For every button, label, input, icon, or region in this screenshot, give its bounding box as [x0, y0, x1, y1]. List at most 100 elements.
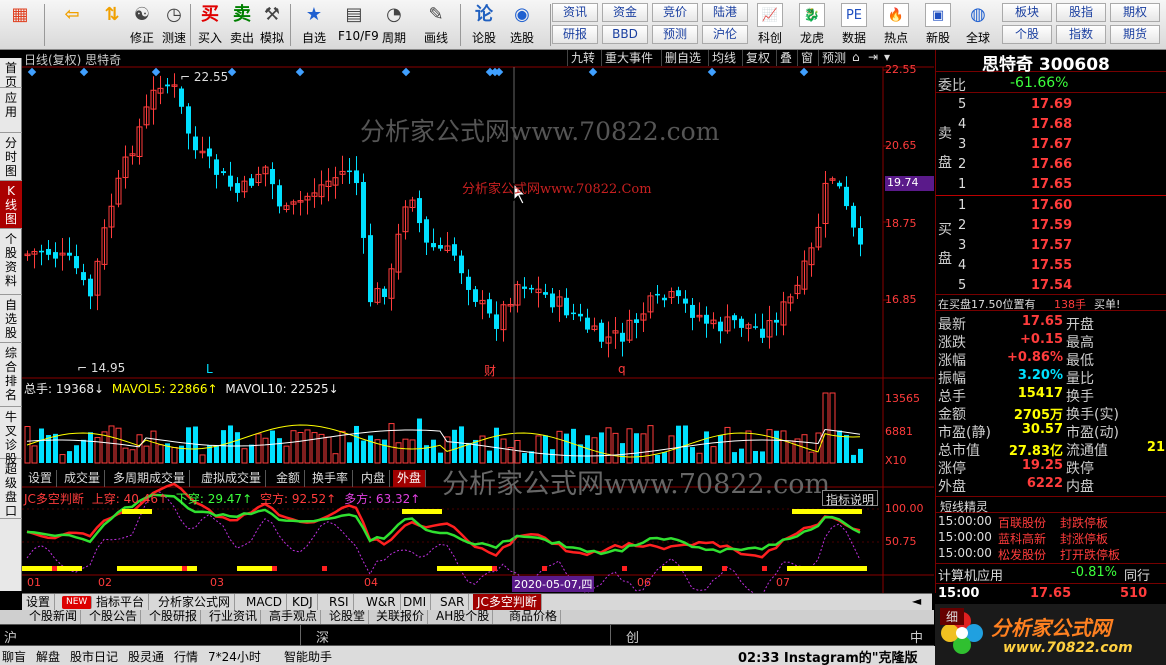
indicator-help-button[interactable]: 指标说明	[822, 490, 879, 507]
kline-chart-area[interactable]: 日线(复权) 思特奇 九转 重大事件 删自选 均线 复权叠窗预测 ⌂ ⇥ ▾ 分析家公式网ww…	[22, 50, 934, 596]
pin-icon[interactable]: ⇥	[868, 50, 878, 64]
toolbar-discuss-button[interactable]: 论论股	[468, 2, 500, 48]
toolbar-link-button[interactable]: 沪伦	[702, 25, 748, 44]
toolbar-link-button[interactable]: 陆港	[702, 3, 748, 22]
news-tab[interactable]: 高手观点	[266, 610, 322, 624]
news-tab[interactable]: AH股个股	[433, 610, 494, 624]
toolbar-updown-arrows-button[interactable]: ⇅	[96, 2, 128, 48]
toolbar-pencil-button[interactable]: ✎ 画线	[420, 2, 452, 48]
toolbar-link-button[interactable]: BBD	[602, 25, 648, 44]
indicator-tab[interactable]: 指标平台	[92, 594, 150, 611]
dropdown-icon[interactable]: ▾	[884, 50, 890, 64]
news-tab[interactable]: 行业资讯	[206, 610, 262, 624]
sell-level-row[interactable]: 5 17.69	[936, 96, 1166, 114]
chart-tool-button[interactable]: 均线	[708, 50, 739, 66]
status-item[interactable]: 聊盲	[2, 648, 26, 665]
toolbar-link-button[interactable]: 资金	[602, 3, 648, 22]
news-tab[interactable]: 商品价格	[506, 610, 562, 624]
indicator-tab[interactable]: DMI	[399, 594, 432, 611]
news-tab[interactable]: 个股研报	[146, 610, 202, 624]
volume-tab[interactable]: 成交量	[60, 470, 106, 487]
lefttab-1[interactable]: 应用	[0, 88, 22, 133]
small-detail-tab[interactable]: 细	[940, 608, 965, 625]
status-item[interactable]: 行情	[174, 648, 198, 665]
scroll-arrow-icon[interactable]: ◄	[912, 594, 921, 608]
short-elf-item[interactable]: 15:00:00 蓝科高新 封涨停板	[936, 530, 1166, 546]
toolbar-select-button[interactable]: ◉ 选股	[506, 2, 538, 48]
event-marker-icon[interactable]	[227, 67, 237, 77]
toolbar-chart-button[interactable]: 📈 科创	[750, 2, 790, 48]
volume-tab[interactable]: 设置	[24, 470, 58, 487]
toolbar-buy-button[interactable]: 买买入	[194, 2, 226, 48]
toolbar-speed-button[interactable]: ◷ 测速	[158, 2, 190, 48]
buy-level-row[interactable]: 1 17.60	[936, 197, 1166, 215]
toolbar-clock-cycle-button[interactable]: ◔ 周期	[378, 2, 410, 48]
indicator-tab[interactable]: KDJ	[288, 594, 318, 611]
toolbar-market-button[interactable]: 期货	[1110, 25, 1160, 44]
event-marker-icon[interactable]	[27, 67, 37, 77]
chart-tool-button[interactable]: 九转	[567, 50, 598, 66]
chart-tool-button[interactable]: 复权	[742, 50, 773, 66]
lefttab-5[interactable]: 自选股	[0, 295, 22, 343]
event-marker-icon[interactable]	[588, 67, 598, 77]
chart-tool-button[interactable]: 窗	[797, 50, 816, 66]
lock-icon[interactable]: ⌂	[852, 50, 860, 64]
toolbar-link-button[interactable]: 预测	[652, 25, 698, 44]
lefttab-7[interactable]: 牛叉诊股	[0, 407, 22, 466]
toolbar-dragon-button[interactable]: 🐉 龙虎	[792, 2, 832, 48]
event-marker-icon[interactable]	[151, 67, 161, 77]
toolbar-market-button[interactable]: 板块	[1002, 3, 1052, 22]
status-item[interactable]: 股市日记	[70, 648, 118, 665]
volume-tab[interactable]: 虚拟成交量	[197, 470, 267, 487]
toolbar-hot-button[interactable]: 🔥 热点	[876, 2, 916, 48]
market-label[interactable]: 创	[626, 627, 639, 646]
news-tab[interactable]: 关联报价	[373, 610, 429, 624]
toolbar-data-button[interactable]: PE 数据	[834, 2, 874, 48]
toolbar-link-button[interactable]: 研报	[552, 25, 598, 44]
volume-tab[interactable]: 内盘	[357, 470, 391, 487]
toolbar-windows-button[interactable]: ▦	[4, 2, 36, 48]
news-ticker[interactable]: 02:33 Instagram的"克隆版	[738, 647, 933, 665]
lefttab-2[interactable]: 分时图	[0, 133, 22, 181]
chart-tool-button[interactable]: 删自选	[661, 50, 704, 66]
indicator-tab[interactable]: RSI	[325, 594, 354, 611]
lefttab-8[interactable]: 超级盘口	[0, 459, 22, 519]
toolbar-market-button[interactable]: 期权	[1110, 3, 1160, 22]
toolbar-market-button[interactable]: 股指	[1056, 3, 1106, 22]
lefttab-6[interactable]: 综合排名	[0, 343, 22, 407]
event-marker-icon[interactable]	[401, 67, 411, 77]
sell-level-row[interactable]: 1 17.65	[936, 176, 1166, 194]
toolbar-hammer-button[interactable]: ⚒ 模拟	[256, 2, 288, 48]
market-label[interactable]: 深	[316, 627, 329, 646]
buy-level-row[interactable]: 4 17.55	[936, 257, 1166, 275]
indicator-tab[interactable]: 分析家公式网	[154, 594, 236, 611]
toolbar-star-button[interactable]: ★ 自选	[298, 2, 330, 48]
status-item[interactable]: 智能助手	[284, 648, 332, 665]
event-marker-icon[interactable]	[799, 67, 809, 77]
short-elf-item[interactable]: 15:00:00 松发股份 打开跌停板	[936, 546, 1166, 562]
news-tab[interactable]: 论股堂	[326, 610, 370, 624]
volume-tab[interactable]: 外盘	[393, 470, 427, 487]
lefttab-3[interactable]: K线图	[0, 181, 22, 229]
sector-peer-button[interactable]: 同行	[1124, 565, 1150, 584]
sell-level-row[interactable]: 2 17.66	[936, 156, 1166, 174]
toolbar-f10-button[interactable]: ▤ F10/F9	[338, 2, 379, 48]
buy-level-row[interactable]: 5 17.54	[936, 277, 1166, 295]
chart-tool-button[interactable]: 重大事件	[601, 50, 656, 66]
indicator-tab[interactable]: JC多空判断	[473, 594, 542, 611]
toolbar-market-button[interactable]: 个股	[1002, 25, 1052, 44]
indicator-tab[interactable]: SAR	[436, 594, 470, 611]
volume-tab[interactable]: 金额	[272, 470, 306, 487]
market-label[interactable]: 沪	[4, 627, 17, 646]
toolbar-fix-button[interactable]: ☯ 修正	[126, 2, 158, 48]
status-item[interactable]: 7*24小时	[208, 648, 261, 665]
indicator-tab[interactable]: MACD	[242, 594, 287, 611]
event-marker-icon[interactable]	[707, 67, 717, 77]
toolbar-back-arrow-button[interactable]: ⇦	[56, 2, 88, 48]
buy-level-row[interactable]: 3 17.57	[936, 237, 1166, 255]
lefttab-4[interactable]: 个股资料	[0, 229, 22, 295]
sell-level-row[interactable]: 3 17.67	[936, 136, 1166, 154]
event-marker-icon[interactable]	[79, 67, 89, 77]
status-item[interactable]: 股灵通	[128, 648, 164, 665]
sell-level-row[interactable]: 4 17.68	[936, 116, 1166, 134]
